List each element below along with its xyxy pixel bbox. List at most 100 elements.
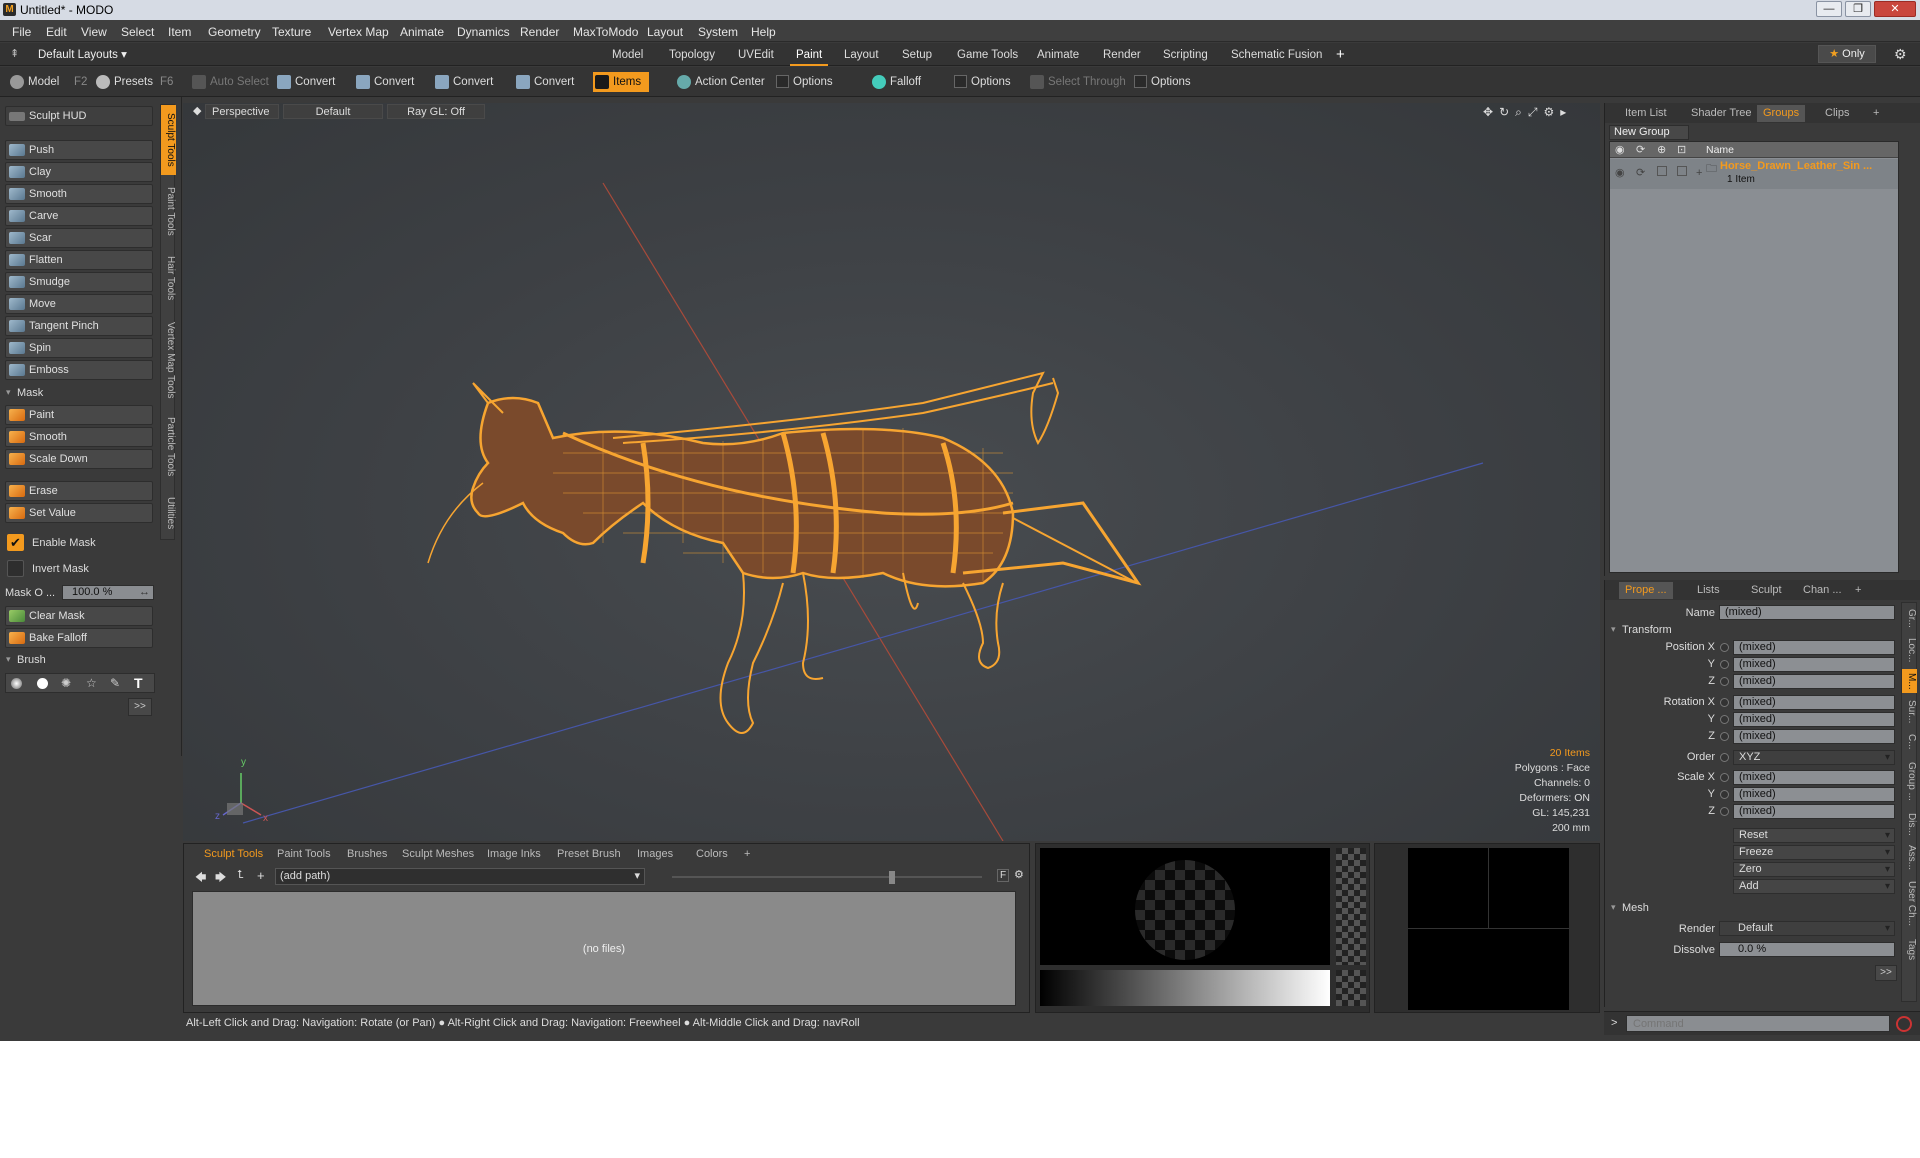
- convert-edges-button[interactable]: Convert: [354, 72, 414, 92]
- panel-settings-icon[interactable]: ⚙: [1014, 868, 1024, 881]
- tab-shader-tree[interactable]: Shader Tree: [1685, 105, 1758, 122]
- tab-groups[interactable]: Groups: [1757, 105, 1806, 122]
- group-lock-toggle[interactable]: [1657, 166, 1667, 176]
- filter-button[interactable]: F: [997, 869, 1010, 882]
- btab-paint-tools[interactable]: Paint Tools: [277, 848, 331, 860]
- menu-system[interactable]: System: [698, 25, 738, 39]
- auto-select-button[interactable]: Auto Select: [190, 72, 269, 92]
- vtab-utilities[interactable]: Utilities: [161, 489, 176, 537]
- position-x-field[interactable]: (mixed): [1733, 640, 1895, 655]
- tab-channels[interactable]: Chan ...: [1797, 582, 1848, 599]
- btab-images[interactable]: Images: [637, 848, 673, 860]
- position-z-keyframe-dot[interactable]: [1720, 677, 1729, 686]
- position-x-keyframe-dot[interactable]: [1720, 643, 1729, 652]
- forward-arrow-icon[interactable]: 🡆: [215, 869, 226, 888]
- menu-select[interactable]: Select: [121, 25, 154, 39]
- tab-scripting[interactable]: Scripting: [1157, 46, 1214, 64]
- brush-section-header[interactable]: Brush: [5, 654, 155, 670]
- dissolve-field[interactable]: 0.0 %: [1719, 942, 1895, 957]
- tool-emboss[interactable]: Emboss: [5, 360, 153, 380]
- group-render-icon[interactable]: ⟳: [1636, 166, 1645, 179]
- order-dropdown[interactable]: XYZ: [1733, 750, 1895, 765]
- side-tab-locator[interactable]: Loc...: [1902, 635, 1917, 665]
- scale-x-keyframe-dot[interactable]: [1720, 773, 1729, 782]
- tab-lists[interactable]: Lists: [1691, 582, 1726, 599]
- position-z-field[interactable]: (mixed): [1733, 674, 1895, 689]
- side-tab-user-channels[interactable]: User Ch...: [1902, 877, 1917, 931]
- action-center-options[interactable]: Options: [773, 72, 833, 92]
- side-tab-mesh[interactable]: M...: [1902, 669, 1917, 693]
- more-button[interactable]: >>: [128, 698, 152, 716]
- menu-maxtomodo[interactable]: MaxToModo: [573, 25, 638, 39]
- command-input[interactable]: [1626, 1015, 1890, 1032]
- btab-brushes[interactable]: Brushes: [347, 848, 387, 860]
- position-y-keyframe-dot[interactable]: [1720, 660, 1729, 669]
- tab-setup[interactable]: Setup: [896, 46, 938, 64]
- tool-flatten[interactable]: Flatten: [5, 250, 153, 270]
- freeze-dropdown[interactable]: Freeze: [1733, 845, 1895, 860]
- expand-icon[interactable]: +: [1696, 167, 1702, 179]
- tab-animate[interactable]: Animate: [1031, 46, 1085, 64]
- rotation-y-keyframe-dot[interactable]: [1720, 715, 1729, 724]
- only-button[interactable]: ★ Only: [1818, 45, 1876, 63]
- slider-arrows-icon[interactable]: ↔: [139, 586, 150, 599]
- clear-mask-button[interactable]: Clear Mask: [5, 606, 153, 626]
- bake-falloff-button[interactable]: Bake Falloff: [5, 628, 153, 648]
- tool-tangent-pinch[interactable]: Tangent Pinch: [5, 316, 153, 336]
- btab-image-inks[interactable]: Image Inks: [487, 848, 541, 860]
- side-tab-surface[interactable]: Sur...: [1902, 697, 1917, 727]
- tool-spin[interactable]: Spin: [5, 338, 153, 358]
- side-tab-c[interactable]: C...: [1902, 731, 1917, 753]
- menu-edit[interactable]: Edit: [46, 25, 67, 39]
- scale-y-keyframe-dot[interactable]: [1720, 790, 1729, 799]
- scale-x-field[interactable]: (mixed): [1733, 770, 1895, 785]
- add-path-icon[interactable]: +: [257, 868, 265, 883]
- back-arrow-icon[interactable]: 🡄: [195, 869, 206, 888]
- menu-item[interactable]: Item: [168, 25, 191, 39]
- action-center-button[interactable]: Action Center: [675, 72, 765, 92]
- record-icon[interactable]: [1896, 1016, 1912, 1032]
- menu-view[interactable]: View: [81, 25, 107, 39]
- shading-default[interactable]: Default: [283, 104, 383, 119]
- scale-z-keyframe-dot[interactable]: [1720, 807, 1729, 816]
- tab-render[interactable]: Render: [1097, 46, 1147, 64]
- add-tab-button[interactable]: +: [1330, 46, 1351, 64]
- model-mode-button[interactable]: Model F2: [8, 72, 90, 92]
- side-tab-assembly[interactable]: Ass...: [1902, 843, 1917, 873]
- position-y-field[interactable]: (mixed): [1733, 657, 1895, 672]
- tab-schematic-fusion[interactable]: Schematic Fusion: [1225, 46, 1328, 64]
- rotation-x-field[interactable]: (mixed): [1733, 695, 1895, 710]
- tab-uvedit[interactable]: UVEdit: [732, 46, 780, 64]
- opacity-strip[interactable]: [1336, 848, 1366, 965]
- side-tab-display[interactable]: Dis...: [1902, 809, 1917, 839]
- tool-clay[interactable]: Clay: [5, 162, 153, 182]
- tab-topology[interactable]: Topology: [663, 46, 721, 64]
- menu-dynamics[interactable]: Dynamics: [457, 25, 510, 39]
- name-field[interactable]: (mixed): [1719, 605, 1895, 620]
- vtab-particle-tools[interactable]: Particle Tools: [161, 413, 176, 481]
- tool-push[interactable]: Push: [5, 140, 153, 160]
- options-checkbox-3[interactable]: [1134, 75, 1147, 88]
- select-options[interactable]: Options: [1131, 72, 1191, 92]
- group-name[interactable]: Horse_Drawn_Leather_Sin ...: [1720, 160, 1872, 172]
- thumbnail-size-slider[interactable]: [672, 876, 982, 878]
- file-browser[interactable]: (no files): [192, 891, 1016, 1006]
- falloff-options[interactable]: Options: [951, 72, 1011, 92]
- items-mode-button[interactable]: Items: [593, 72, 650, 92]
- tab-model[interactable]: Model: [606, 46, 649, 64]
- mask-opacity-field[interactable]: 100.0 % ↔: [62, 585, 154, 600]
- gradient-strip[interactable]: [1040, 970, 1330, 1006]
- gear-icon[interactable]: ⚙: [1894, 46, 1907, 63]
- text-brush-icon[interactable]: T: [134, 675, 143, 691]
- zero-dropdown[interactable]: Zero: [1733, 862, 1895, 877]
- mask-section-header[interactable]: Mask: [5, 387, 155, 403]
- menu-geometry[interactable]: Geometry: [208, 25, 261, 39]
- rotation-z-keyframe-dot[interactable]: [1720, 732, 1729, 741]
- tab-sculpt[interactable]: Sculpt: [1745, 582, 1788, 599]
- menu-layout[interactable]: Layout: [647, 25, 683, 39]
- convert-vertices-button[interactable]: Convert: [275, 72, 335, 92]
- falloff-button[interactable]: Falloff: [870, 72, 921, 92]
- 3d-viewport[interactable]: y x z ✥↻⌕⤢⚙▸: [183, 103, 1600, 841]
- default-layouts-dropdown[interactable]: Default Layouts ▾: [38, 47, 127, 61]
- new-group-button[interactable]: New Group: [1609, 125, 1689, 140]
